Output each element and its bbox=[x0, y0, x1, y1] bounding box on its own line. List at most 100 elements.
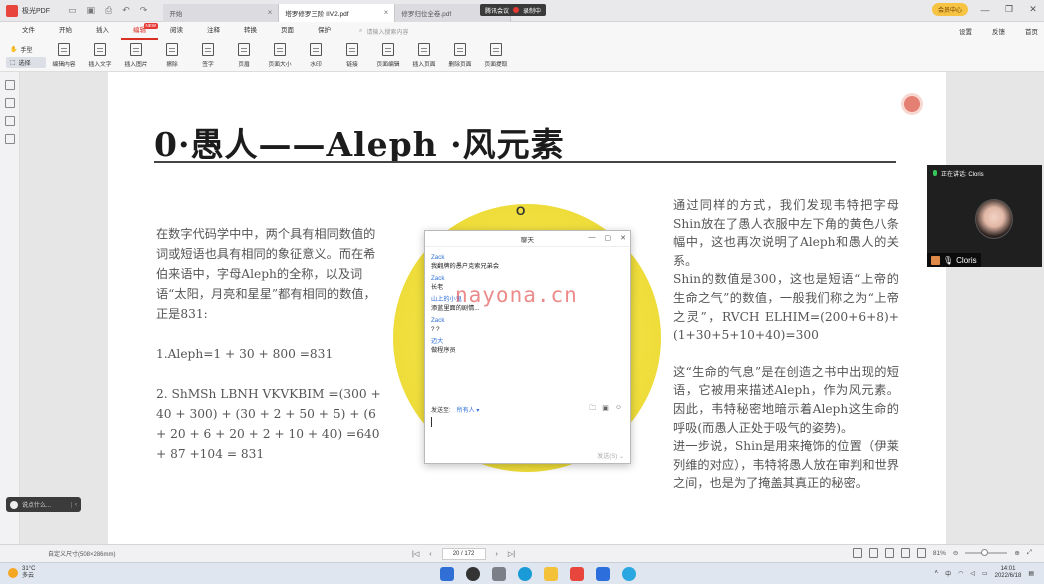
menu-insert[interactable]: 插入 bbox=[84, 22, 121, 40]
menu-page[interactable]: 页面 bbox=[269, 22, 306, 40]
weather-sun-icon bbox=[8, 568, 18, 578]
thumbnails-icon[interactable] bbox=[5, 80, 15, 90]
menu-start[interactable]: 开始 bbox=[47, 22, 84, 40]
insert-image-button[interactable]: 插入图片 bbox=[123, 43, 149, 68]
file-explorer-icon[interactable] bbox=[544, 567, 558, 581]
comment-hint-bubble[interactable]: 说点什么... ‹ bbox=[6, 497, 81, 512]
search-icon[interactable] bbox=[466, 567, 480, 581]
search-icon: ⌕ bbox=[359, 27, 363, 34]
link-button[interactable]: 链接 bbox=[339, 43, 365, 68]
close-window-icon[interactable]: ✕ bbox=[1026, 4, 1040, 15]
menu-protect[interactable]: 保护 bbox=[306, 22, 343, 40]
erase-button[interactable]: 擦除 bbox=[159, 43, 185, 68]
close-icon[interactable]: × bbox=[384, 8, 389, 17]
outline-icon[interactable] bbox=[5, 98, 15, 108]
two-page-view-icon[interactable] bbox=[884, 548, 894, 558]
continuous-view-icon[interactable] bbox=[868, 548, 878, 558]
prev-page-icon[interactable]: ‹ bbox=[429, 551, 431, 558]
task-view-icon[interactable] bbox=[492, 567, 506, 581]
insert-text-button[interactable]: 插入文字 bbox=[87, 43, 113, 68]
menu-edit[interactable]: 编辑 NEW bbox=[121, 22, 158, 40]
menu-file[interactable]: 文件 bbox=[10, 22, 47, 40]
file-icon[interactable]: 🗀 bbox=[589, 404, 596, 415]
save-icon[interactable]: ▣ bbox=[87, 5, 96, 16]
extract-page-button[interactable]: 页面提取 bbox=[483, 43, 509, 68]
single-page-view-icon[interactable] bbox=[852, 548, 862, 558]
user-icon[interactable]: ☺ bbox=[615, 404, 622, 415]
next-page-icon[interactable]: › bbox=[496, 551, 498, 558]
insert-text-icon bbox=[94, 43, 106, 56]
notification-icon[interactable]: ▤ bbox=[1028, 570, 1034, 577]
chevron-up-icon[interactable]: ˄ bbox=[935, 570, 939, 576]
zoom-in-icon[interactable]: ⊕ bbox=[1014, 549, 1019, 557]
hand-tool-button[interactable]: ✋ 手型 bbox=[6, 44, 46, 55]
meeting-recording-indicator[interactable]: 腾讯会议 录制中 bbox=[480, 4, 547, 16]
edge-browser-icon[interactable] bbox=[518, 567, 532, 581]
chevron-left-icon[interactable]: ‹ bbox=[71, 501, 77, 508]
settings-link[interactable]: 设置 bbox=[959, 26, 972, 36]
maximize-icon[interactable]: ❐ bbox=[1002, 4, 1016, 15]
watermark-button[interactable]: 水印 bbox=[303, 43, 329, 68]
zoom-value[interactable]: 81% bbox=[933, 550, 946, 557]
input-language[interactable]: 中 bbox=[945, 569, 951, 578]
edit-content-button[interactable]: 编辑内容 bbox=[51, 43, 77, 68]
close-icon[interactable]: ✕ bbox=[620, 234, 626, 242]
open-folder-icon[interactable]: ▭ bbox=[68, 5, 77, 16]
fit-width-icon[interactable] bbox=[900, 548, 910, 558]
tab-active-document[interactable]: 塔罗修罗三阶 IIV2.pdf × bbox=[279, 3, 396, 22]
feedback-link[interactable]: 反馈 bbox=[992, 26, 1005, 36]
volume-icon[interactable]: ◁ bbox=[970, 570, 975, 577]
sign-button[interactable]: 签字 bbox=[195, 43, 221, 68]
chat-message-input[interactable] bbox=[431, 417, 434, 427]
app-logo-icon bbox=[6, 4, 18, 17]
zoom-slider-handle[interactable] bbox=[981, 549, 989, 556]
home-link[interactable]: 首页 bbox=[1025, 26, 1038, 36]
page-number-input[interactable]: 20 / 172 bbox=[441, 548, 486, 560]
send-to-label: 发送至: bbox=[431, 408, 451, 414]
expand-icon[interactable]: ⤢ bbox=[1027, 549, 1032, 557]
delete-page-button[interactable]: 删除页面 bbox=[447, 43, 473, 68]
meeting-app-icon[interactable] bbox=[596, 567, 610, 581]
first-page-icon[interactable]: |◁ bbox=[412, 550, 419, 558]
page-edit-button[interactable]: 页面编辑 bbox=[375, 43, 401, 68]
floating-assistant-icon[interactable] bbox=[904, 96, 920, 112]
select-tool-button[interactable]: ⬚ 选择 bbox=[6, 56, 46, 68]
wifi-icon[interactable]: ◠ bbox=[958, 570, 963, 577]
recipient-value: 所有人 bbox=[456, 408, 475, 414]
windows-start-icon[interactable] bbox=[440, 567, 454, 581]
header-button[interactable]: 页眉 bbox=[231, 43, 257, 68]
menu-convert[interactable]: 转换 bbox=[232, 22, 269, 40]
send-button[interactable]: 发送(S) ⌄ bbox=[597, 451, 624, 460]
close-icon[interactable]: × bbox=[268, 8, 273, 17]
video-panel[interactable]: 正在讲话: Cloris 🎙 Cloris bbox=[927, 165, 1042, 267]
maximize-icon[interactable]: ▢ bbox=[605, 234, 612, 242]
battery-icon[interactable]: ▭ bbox=[982, 570, 988, 577]
browser-app-icon[interactable] bbox=[622, 567, 636, 581]
page-size-button[interactable]: 页面大小 bbox=[267, 43, 293, 68]
annotations-icon[interactable] bbox=[5, 116, 15, 126]
insert-page-button[interactable]: 插入页面 bbox=[411, 43, 437, 68]
search-input[interactable]: ⌕ 请输入搜索内容 bbox=[359, 27, 408, 36]
recipient-select[interactable]: 所有人 ▾ bbox=[457, 405, 480, 414]
redo-icon[interactable]: ↷ bbox=[140, 5, 148, 16]
time: 14:01 bbox=[1000, 566, 1016, 572]
clock[interactable]: 14:01 2022/6/18 bbox=[995, 566, 1022, 580]
tool-label: 页面编辑 bbox=[376, 62, 400, 68]
vip-center-button[interactable]: 会员中心 bbox=[931, 3, 968, 16]
pdf-app-icon[interactable] bbox=[570, 567, 584, 581]
minimize-icon[interactable]: — bbox=[589, 234, 596, 242]
tab-start[interactable]: 开始 × bbox=[163, 3, 280, 22]
zoom-slider[interactable] bbox=[965, 549, 1008, 556]
print-icon[interactable]: ⎙ bbox=[105, 5, 112, 16]
minimize-icon[interactable]: — bbox=[978, 5, 992, 15]
last-page-icon[interactable]: ▷| bbox=[508, 550, 515, 558]
fullscreen-view-icon[interactable] bbox=[916, 548, 926, 558]
attachments-icon[interactable] bbox=[5, 134, 15, 144]
undo-icon[interactable]: ↶ bbox=[122, 5, 130, 16]
menu-annotate[interactable]: 注释 bbox=[195, 22, 232, 40]
menu-read[interactable]: 阅读 bbox=[158, 22, 195, 40]
weather-widget[interactable]: 31°C 多云 bbox=[8, 566, 35, 580]
tool-label: 签字 bbox=[202, 62, 214, 68]
zoom-out-icon[interactable]: ⊖ bbox=[953, 549, 958, 557]
image-icon[interactable]: ▣ bbox=[602, 404, 609, 415]
